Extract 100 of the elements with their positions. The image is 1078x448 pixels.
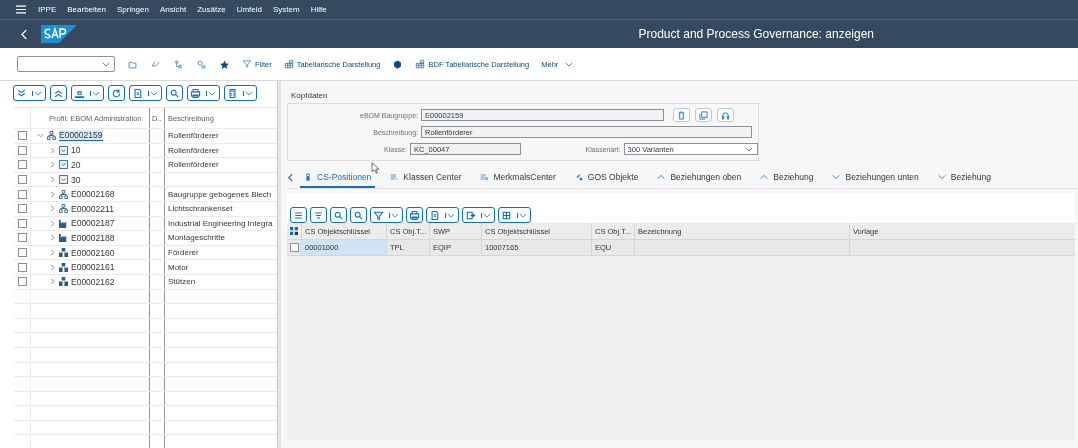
description-text: Motor xyxy=(168,262,189,272)
checkbox[interactable] xyxy=(17,145,27,155)
node-label[interactable]: E00002188 xyxy=(71,232,115,243)
layout-icon[interactable] xyxy=(290,227,298,235)
menu-item[interactable]: Zusätze xyxy=(197,5,226,14)
toolbar-button[interactable] xyxy=(426,207,459,223)
stack-icon xyxy=(59,248,68,258)
description-text: Stützen xyxy=(168,277,196,287)
toolbar-button[interactable] xyxy=(108,85,125,101)
table-icon xyxy=(415,59,426,69)
search-grid-icon[interactable] xyxy=(196,58,207,70)
icon-button[interactable] xyxy=(695,108,712,122)
toolbar-button[interactable] xyxy=(310,207,327,223)
menu-item[interactable]: Springen xyxy=(116,5,149,14)
checkbox[interactable] xyxy=(17,218,27,228)
node-label[interactable]: 30 xyxy=(71,174,81,185)
chevron-right-icon[interactable] xyxy=(49,278,56,286)
node-label[interactable]: E00002162 xyxy=(71,276,115,287)
menu-item[interactable]: Umfeld xyxy=(236,5,262,14)
tab[interactable]: Beziehungen unten xyxy=(828,167,923,188)
node-label[interactable]: E00002161 xyxy=(71,262,115,273)
chevron-right-icon[interactable] xyxy=(49,219,56,227)
checkbox[interactable] xyxy=(17,175,27,185)
chevron-right-icon[interactable] xyxy=(49,190,56,198)
chevron-right-icon[interactable] xyxy=(49,176,56,184)
toolbar-button[interactable] xyxy=(350,207,367,223)
checkbox[interactable] xyxy=(17,248,27,258)
toolbar-button[interactable] xyxy=(13,85,46,101)
chevron-right-icon[interactable] xyxy=(49,263,56,271)
checkbox[interactable] xyxy=(289,243,299,252)
menu-item[interactable]: Hilfe xyxy=(310,5,327,14)
copy-icon xyxy=(699,111,708,120)
chevron-down-icon xyxy=(565,61,574,67)
chevron-down-icon xyxy=(832,172,841,181)
node-label[interactable]: E00002168 xyxy=(71,189,115,200)
tab[interactable]: Beziehung xyxy=(933,167,995,188)
chevron-down-icon[interactable] xyxy=(37,132,44,140)
window-title: Product and Process Governance: anzeigen xyxy=(638,27,874,41)
toolbar-button[interactable] xyxy=(166,85,183,101)
node-label[interactable]: E00002159 xyxy=(59,130,103,142)
toolbar-button[interactable] xyxy=(498,207,531,223)
toolbar-button[interactable] xyxy=(370,207,403,223)
node-label[interactable]: E00002211 xyxy=(71,203,114,214)
node-label[interactable]: 20 xyxy=(71,160,81,170)
menu-item[interactable]: Ansicht xyxy=(159,5,187,14)
menu-item[interactable]: System xyxy=(273,5,300,14)
tab[interactable]: Klassen Center xyxy=(386,167,466,188)
chevron-right-icon[interactable] xyxy=(49,161,56,169)
chevron-down-icon xyxy=(745,146,753,152)
chevron-down-icon xyxy=(517,212,527,218)
chevron-right-icon[interactable] xyxy=(49,249,56,257)
headset-icon xyxy=(721,111,730,120)
chevron-left-icon[interactable] xyxy=(288,173,293,182)
chevron-down-icon xyxy=(481,212,491,218)
checkbox[interactable] xyxy=(17,204,27,214)
checkbox[interactable] xyxy=(17,262,27,272)
checkbox[interactable] xyxy=(17,189,27,199)
toolbar-button[interactable] xyxy=(290,207,307,223)
checkbox[interactable] xyxy=(17,131,27,141)
toolbar-button[interactable] xyxy=(187,85,220,101)
tab[interactable]: Beziehungen oben xyxy=(653,167,746,188)
toolbar-button[interactable] xyxy=(224,85,257,101)
chevron-down-icon xyxy=(389,212,399,218)
description-text: Rollenförderer xyxy=(168,160,219,170)
command-field[interactable] xyxy=(17,56,115,72)
checkbox[interactable] xyxy=(17,160,27,170)
tab[interactable]: GOS Objekte xyxy=(570,167,643,188)
chevron-down-icon xyxy=(90,90,100,96)
trash-icon xyxy=(677,111,686,120)
cube-icon[interactable] xyxy=(392,58,404,70)
star-icon[interactable] xyxy=(219,58,230,70)
menu-icon[interactable] xyxy=(16,5,26,14)
hierarchy-icon[interactable] xyxy=(173,58,184,70)
node-label[interactable]: E00002160 xyxy=(71,247,115,258)
checkbox[interactable] xyxy=(17,233,27,243)
toolbar-button[interactable] xyxy=(330,207,347,223)
menu-item[interactable]: Bearbeiten xyxy=(67,5,106,14)
description-text: Lichtschrankenset xyxy=(168,204,233,214)
tab[interactable]: Beziehung xyxy=(756,167,818,188)
checkbox[interactable] xyxy=(17,277,27,287)
calculator-icon xyxy=(226,86,239,100)
toolbar-button[interactable] xyxy=(462,207,495,223)
node-label[interactable]: 10 xyxy=(71,145,81,156)
toolbar-button[interactable] xyxy=(71,85,104,101)
toolbar-button[interactable] xyxy=(406,207,423,223)
back-icon[interactable] xyxy=(21,28,28,40)
chevron-down-icon xyxy=(102,61,110,67)
chevron-right-icon[interactable] xyxy=(49,146,56,154)
icon-button[interactable] xyxy=(673,108,690,122)
description-text: Rollenförderer xyxy=(168,131,219,141)
chevron-right-icon[interactable] xyxy=(49,205,56,213)
tab[interactable]: MerkmalsCenter xyxy=(476,167,560,188)
toolbar-button[interactable] xyxy=(50,85,67,101)
chevron-right-icon[interactable] xyxy=(49,234,56,242)
list-icon xyxy=(480,172,489,181)
toolbar-button[interactable] xyxy=(129,85,162,101)
node-label[interactable]: E00002187 xyxy=(71,218,115,229)
icon-button[interactable] xyxy=(717,108,734,122)
tab[interactable]: CS-Positionen xyxy=(300,167,376,188)
menu-item[interactable]: IPPE xyxy=(38,5,57,14)
